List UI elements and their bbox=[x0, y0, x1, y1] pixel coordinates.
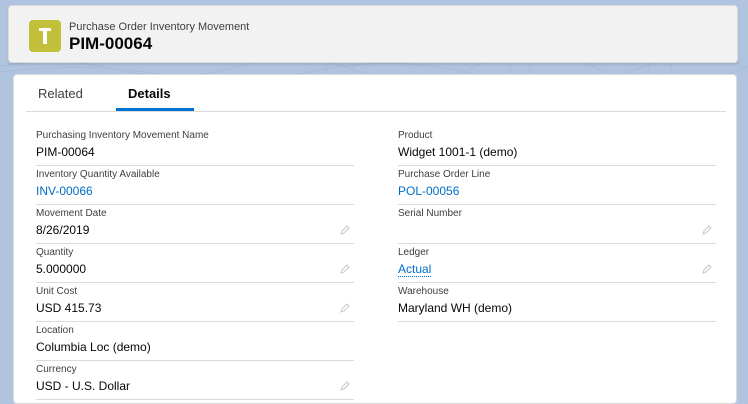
inventory-link[interactable]: INV-00066 bbox=[36, 184, 93, 198]
field-movement-date: Movement Date 8/26/2019 bbox=[36, 208, 354, 244]
field-label: Quantity bbox=[36, 247, 74, 258]
field-ledger: Ledger Actual bbox=[398, 247, 716, 283]
field-unit-cost: Unit Cost USD 415.73 bbox=[36, 286, 354, 322]
field-serial-number: Serial Number bbox=[398, 208, 716, 244]
pencil-icon[interactable] bbox=[702, 225, 712, 235]
pencil-icon[interactable] bbox=[340, 381, 350, 391]
ledger-link[interactable]: Actual bbox=[398, 262, 432, 277]
lamp-icon bbox=[29, 20, 61, 52]
field-value: USD 415.73 bbox=[36, 301, 102, 315]
field-value: 5.000000 bbox=[36, 262, 87, 276]
field-movement-name: Purchasing Inventory Movement Name PIM-0… bbox=[36, 130, 354, 166]
field-label: Inventory Quantity Available bbox=[36, 169, 160, 180]
purchase-order-line-link[interactable]: POL-00056 bbox=[398, 184, 459, 198]
field-label: Movement Date bbox=[36, 208, 107, 219]
field-location: Location Columbia Loc (demo) bbox=[36, 325, 354, 361]
detail-card: Related Details Purchasing Inventory Mov… bbox=[13, 74, 737, 404]
field-label: Currency bbox=[36, 364, 77, 375]
pencil-icon[interactable] bbox=[340, 264, 350, 274]
field-value: PIM-00064 bbox=[36, 145, 95, 159]
field-label: Location bbox=[36, 325, 74, 336]
tab-related[interactable]: Related bbox=[38, 86, 83, 101]
field-label: Warehouse bbox=[398, 286, 449, 297]
record-title: PIM-00064 bbox=[69, 34, 153, 53]
field-currency: Currency USD - U.S. Dollar bbox=[36, 364, 354, 400]
object-type-label: Purchase Order Inventory Movement bbox=[69, 21, 250, 33]
field-label: Product bbox=[398, 130, 433, 141]
field-value: USD - U.S. Dollar bbox=[36, 379, 131, 393]
field-warehouse: Warehouse Maryland WH (demo) bbox=[398, 286, 716, 322]
active-tab-indicator bbox=[116, 108, 194, 111]
field-label: Serial Number bbox=[398, 208, 462, 219]
field-value: Columbia Loc (demo) bbox=[36, 340, 151, 354]
field-value: 8/26/2019 bbox=[36, 223, 90, 237]
field-label: Purchasing Inventory Movement Name bbox=[36, 130, 209, 141]
field-product: Product Widget 1001-1 (demo) bbox=[398, 130, 716, 166]
record-header: Purchase Order Inventory Movement PIM-00… bbox=[8, 5, 738, 63]
field-label: Ledger bbox=[398, 247, 430, 258]
field-value: Widget 1001-1 (demo) bbox=[398, 145, 518, 159]
pencil-icon[interactable] bbox=[340, 225, 350, 235]
tab-bar: Related Details bbox=[26, 75, 726, 112]
field-purchase-order-line: Purchase Order Line POL-00056 bbox=[398, 169, 716, 205]
pencil-icon[interactable] bbox=[702, 264, 712, 274]
field-label: Unit Cost bbox=[36, 286, 78, 297]
field-label: Purchase Order Line bbox=[398, 169, 491, 180]
pencil-icon[interactable] bbox=[340, 303, 350, 313]
field-inventory-quantity: Inventory Quantity Available INV-00066 bbox=[36, 169, 354, 205]
field-quantity: Quantity 5.000000 bbox=[36, 247, 354, 283]
tab-details[interactable]: Details bbox=[128, 86, 171, 101]
field-value: Maryland WH (demo) bbox=[398, 301, 513, 315]
